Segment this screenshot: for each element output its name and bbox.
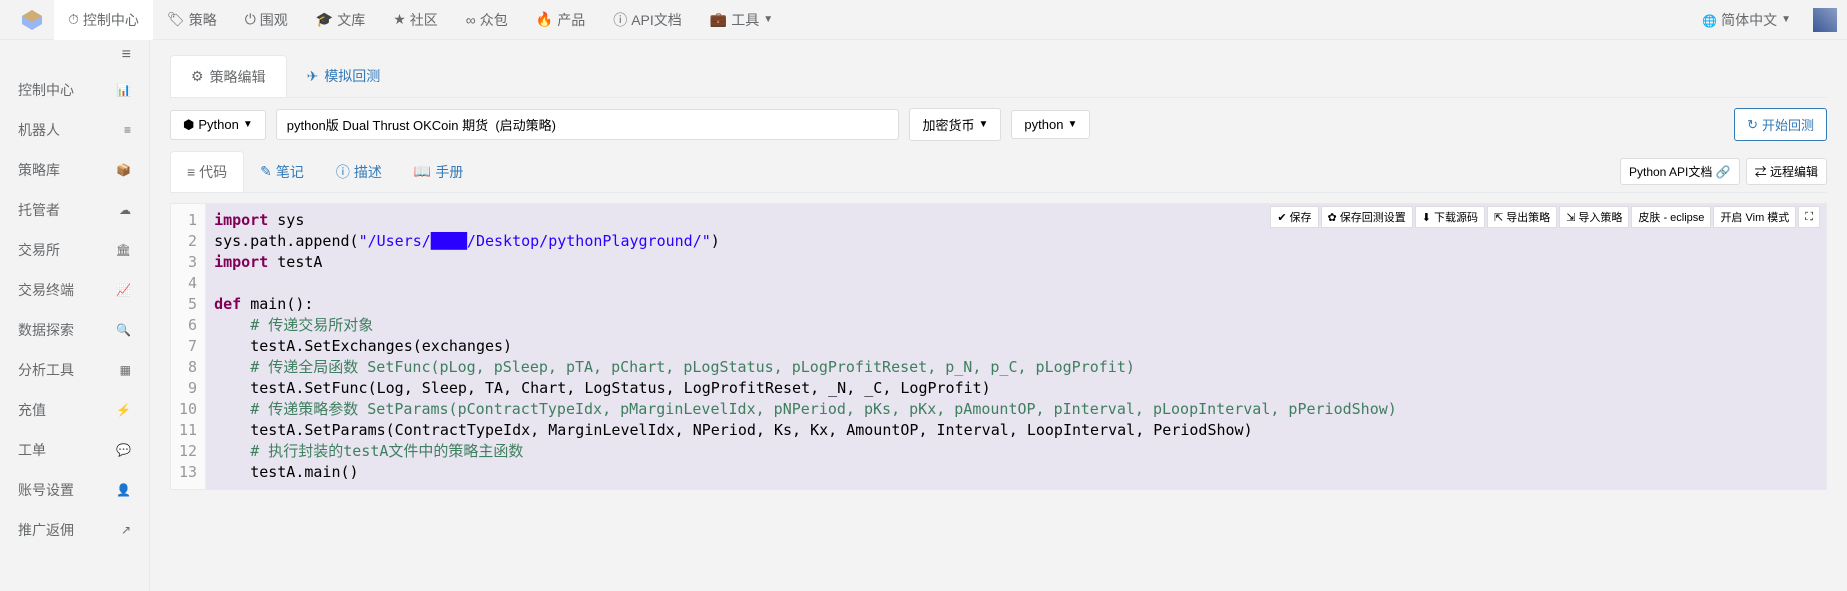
nav-icon: ★ (393, 11, 406, 28)
sidebar-icon: ⚡ (116, 403, 131, 417)
code-editor[interactable]: ✔ 保存 ✿ 保存回测设置 ⬇ 下载源码 ⇱ 导出策略 ⇲ 导入策略 皮肤 - … (170, 203, 1827, 490)
nav-icon: 🔥 (536, 11, 553, 28)
sidebar-item[interactable]: 推广返佣↗ (0, 510, 149, 550)
code-line[interactable]: testA.SetParams(ContractTypeIdx, MarginL… (214, 420, 1818, 441)
skin-button[interactable]: 皮肤 - eclipse (1631, 206, 1711, 228)
import-button[interactable]: ⇲ 导入策略 (1559, 206, 1629, 228)
lang2-dropdown[interactable]: python ▼ (1011, 110, 1090, 139)
nav-icon: 🏷 (167, 11, 185, 28)
sidebar-item[interactable]: 交易终端📈 (0, 270, 149, 310)
topnav-item[interactable]: ⏻围观 (231, 0, 302, 40)
sidebar-icon: 📊 (116, 83, 131, 97)
sidebar-icon: 🔍 (116, 323, 131, 337)
nav-icon: ∞ (466, 12, 476, 28)
line-gutter: 12345678910111213 (171, 204, 206, 489)
code-line[interactable]: # 执行封装的testA文件中的策略主函数 (214, 441, 1818, 462)
nav-icon: ⏱ (68, 11, 79, 28)
sidebar-icon: ▦ (120, 363, 131, 377)
subtabs-row: ≡代码 ✎笔记 ⓘ描述 📖手册 Python API文档 🔗 ⇄ 远程编辑 (170, 151, 1827, 193)
code-line[interactable]: # 传递策略参数 SetParams(pContractTypeIdx, pMa… (214, 399, 1818, 420)
subtab-code[interactable]: ≡代码 (170, 151, 244, 192)
code-line[interactable]: # 传递全局函数 SetFunc(pLog, pSleep, pTA, pCha… (214, 357, 1818, 378)
sidebar-item[interactable]: 分析工具▦ (0, 350, 149, 390)
sidebar-item[interactable]: 托管者☁ (0, 190, 149, 230)
book-icon: 📖 (414, 163, 431, 180)
code-line[interactable]: # 传递交易所对象 (214, 315, 1818, 336)
code-line[interactable]: testA.SetFunc(Log, Sleep, TA, Chart, Log… (214, 378, 1818, 399)
tab-strategy-edit[interactable]: ⚙策略编辑 (170, 55, 287, 97)
download-button[interactable]: ⬇ 下载源码 (1415, 206, 1485, 228)
save-settings-button[interactable]: ✿ 保存回测设置 (1321, 206, 1413, 228)
save-button[interactable]: ✔ 保存 (1270, 206, 1318, 228)
code-line[interactable]: testA.main() (214, 462, 1818, 483)
logo-icon (20, 8, 44, 32)
sidebar-icon: ☁ (119, 203, 131, 217)
sidebar-icon: 💬 (116, 443, 131, 457)
remote-edit-button[interactable]: ⇄ 远程编辑 (1746, 158, 1827, 185)
strategy-name-input[interactable] (276, 109, 900, 140)
nav-icon: 💼 (710, 11, 727, 28)
sidebar-item[interactable]: 交易所🏛 (0, 230, 149, 270)
sidebar-item[interactable]: 机器人≡ (0, 110, 149, 150)
language-selector[interactable]: 简体中文 ▼ (1688, 0, 1805, 40)
subtab-notes[interactable]: ✎笔记 (244, 151, 320, 192)
code-line[interactable] (214, 273, 1818, 294)
sidebar-item[interactable]: 账号设置👤 (0, 470, 149, 510)
sidebar-icon: 📈 (116, 283, 131, 297)
subtab-description[interactable]: ⓘ描述 (320, 151, 398, 192)
market-dropdown[interactable]: 加密货币 ▼ (909, 108, 1001, 141)
main-tabs: ⚙策略编辑 ✈模拟回测 (170, 55, 1827, 98)
nav-icon: 🎓 (316, 11, 333, 28)
sidebar-item[interactable]: 工单💬 (0, 430, 149, 470)
topnav-item[interactable]: ∞众包 (452, 0, 522, 40)
topnav-item[interactable]: ★社区 (379, 0, 452, 40)
code-line[interactable]: import testA (214, 252, 1818, 273)
expand-button[interactable]: ⛶ (1798, 206, 1820, 228)
avatar[interactable] (1813, 8, 1837, 32)
main-panel: ⚙策略编辑 ✈模拟回测 ⬢ Python ▼ 加密货币 ▼ python ▼ ↻… (150, 40, 1847, 591)
sidebar-icon: 👤 (116, 483, 131, 497)
code-area[interactable]: import syssys.path.append("/Users/████/D… (206, 204, 1826, 489)
sidebar-icon: ≡ (124, 123, 131, 137)
sidebar-toggle[interactable]: ≡ (0, 40, 149, 70)
vim-button[interactable]: 开启 Vim 模式 (1713, 206, 1796, 228)
topnav-item[interactable]: 🎓文库 (302, 0, 379, 40)
topnav-item[interactable]: ⏱控制中心 (54, 0, 153, 40)
topnav-items: ⏱控制中心🏷策略⏻围观🎓文库★社区∞众包🔥产品ⓘAPI文档💼工具 ▼ (54, 0, 1688, 40)
globe-icon (1702, 12, 1717, 28)
start-backtest-button[interactable]: ↻ 开始回测 (1734, 108, 1827, 141)
controls-row: ⬢ Python ▼ 加密货币 ▼ python ▼ ↻ 开始回测 (170, 108, 1827, 141)
api-docs-button[interactable]: Python API文档 🔗 (1620, 158, 1740, 185)
sidebar-item[interactable]: 控制中心📊 (0, 70, 149, 110)
info-icon: ⓘ (336, 162, 350, 182)
sidebar: ≡ 控制中心📊机器人≡策略库📦托管者☁交易所🏛交易终端📈数据探索🔍分析工具▦充值… (0, 40, 150, 591)
topnav-item[interactable]: 🏷策略 (153, 0, 231, 40)
plane-icon: ✈ (307, 68, 319, 85)
editor-toolbar: ✔ 保存 ✿ 保存回测设置 ⬇ 下载源码 ⇱ 导出策略 ⇲ 导入策略 皮肤 - … (1270, 206, 1820, 228)
code-line[interactable]: sys.path.append("/Users/████/Desktop/pyt… (214, 231, 1818, 252)
export-button[interactable]: ⇱ 导出策略 (1487, 206, 1557, 228)
code-line[interactable]: testA.SetExchanges(exchanges) (214, 336, 1818, 357)
sidebar-item[interactable]: 数据探索🔍 (0, 310, 149, 350)
language-dropdown[interactable]: ⬢ Python ▼ (170, 110, 266, 140)
nav-icon: ⓘ (613, 10, 627, 30)
sidebar-icon: 🏛 (116, 243, 131, 257)
pencil-icon: ✎ (260, 163, 272, 180)
sidebar-icon: 📦 (116, 163, 131, 177)
topnav-item[interactable]: 💼工具 ▼ (696, 0, 787, 40)
top-nav: ⏱控制中心🏷策略⏻围观🎓文库★社区∞众包🔥产品ⓘAPI文档💼工具 ▼ 简体中文 … (0, 0, 1847, 40)
topnav-item[interactable]: ⓘAPI文档 (599, 0, 696, 40)
list-icon: ≡ (187, 164, 195, 180)
nav-icon: ⏻ (245, 11, 256, 28)
topnav-item[interactable]: 🔥产品 (522, 0, 599, 40)
subtab-manual[interactable]: 📖手册 (398, 151, 479, 192)
sidebar-item[interactable]: 策略库📦 (0, 150, 149, 190)
sidebar-item[interactable]: 充值⚡ (0, 390, 149, 430)
tab-simulation[interactable]: ✈模拟回测 (286, 55, 402, 97)
sidebar-icon: ↗ (121, 523, 131, 537)
code-line[interactable]: def main(): (214, 294, 1818, 315)
gear-icon: ⚙ (191, 68, 204, 85)
